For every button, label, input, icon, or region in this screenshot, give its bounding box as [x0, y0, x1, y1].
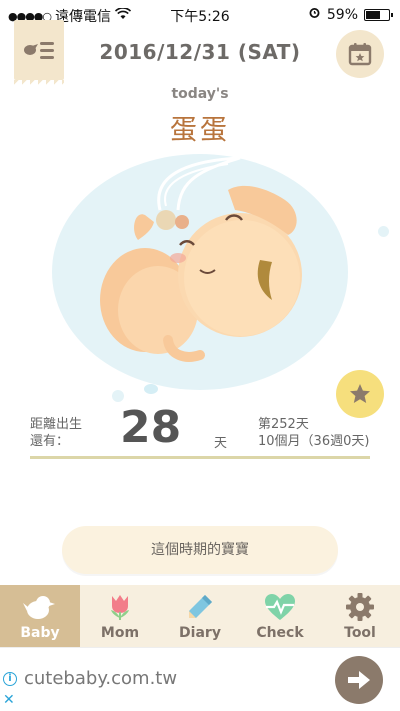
clock-time: 下午5:26 — [170, 9, 230, 25]
tab-baby[interactable]: Baby — [0, 585, 80, 647]
tab-diary[interactable]: Diary — [160, 585, 240, 647]
arrow-right-icon — [348, 671, 370, 689]
countdown-label-line1: 距離出生 — [30, 417, 83, 432]
heartbeat-icon — [263, 592, 297, 622]
ad-banner[interactable]: i ✕ cutebaby.com.tw — [0, 647, 400, 711]
divider — [30, 456, 370, 459]
today-label: today's — [171, 86, 229, 102]
menu-bird-icon — [24, 42, 54, 59]
tab-mom[interactable]: Mom — [80, 585, 160, 647]
alarm-icon — [308, 6, 321, 23]
tab-label: Baby — [20, 625, 60, 641]
calendar-star-icon — [348, 43, 372, 66]
tab-label: Check — [256, 625, 304, 641]
days-unit: 天 — [214, 436, 228, 451]
baby-this-period-button[interactable]: 這個時期的寶寶 — [62, 526, 338, 574]
ad-close-icon[interactable]: ✕ — [3, 692, 15, 708]
wifi-icon — [114, 7, 132, 24]
countdown-label-line2: 還有： — [30, 434, 70, 449]
bird-icon — [23, 592, 57, 622]
decor-bubble — [112, 390, 124, 402]
pregnancy-month-week: 10個月（36週0天) — [258, 434, 370, 449]
tab-bar: Baby Mom Diary Check Tool — [0, 585, 400, 647]
tab-label: Tool — [344, 625, 376, 641]
gear-icon — [343, 592, 377, 622]
tab-label: Diary — [179, 625, 221, 641]
battery-icon — [364, 8, 393, 21]
ad-go-button[interactable] — [335, 656, 383, 704]
pencil-icon — [183, 592, 217, 622]
baby-name: 蛋蛋 — [170, 115, 230, 146]
decor-bubble — [378, 226, 389, 237]
menu-button[interactable] — [14, 20, 64, 86]
decor-bubble — [144, 384, 158, 394]
tulip-icon — [103, 592, 137, 622]
days-remaining: 28 — [120, 402, 182, 453]
favorite-button[interactable] — [336, 370, 384, 418]
tab-check[interactable]: Check — [240, 585, 320, 647]
fetus-illustration — [52, 154, 348, 390]
ad-info-icon[interactable]: i — [3, 672, 17, 686]
tab-label: Mom — [100, 625, 140, 641]
calendar-button[interactable] — [336, 30, 384, 78]
pregnancy-day: 第252天 — [258, 417, 309, 432]
tab-tool[interactable]: Tool — [320, 585, 400, 647]
countdown-label: 距離出生 還有： — [30, 416, 82, 450]
star-icon — [350, 384, 370, 403]
current-date: 2016/12/31 (SAT) — [99, 40, 301, 64]
ad-url[interactable]: cutebaby.com.tw — [24, 668, 177, 689]
pregnancy-progress: 第252天 10個月（36週0天) — [258, 416, 369, 450]
battery-percent: 59% — [326, 6, 358, 23]
